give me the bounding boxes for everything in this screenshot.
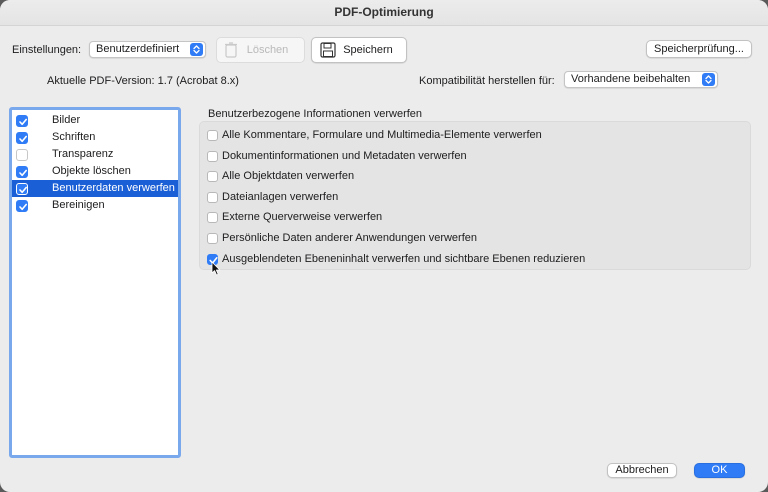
checkbox-unchecked[interactable] — [207, 130, 218, 141]
save-button-label: Speichern — [343, 44, 393, 56]
option-label: Externe Querverweise verwerfen — [222, 211, 383, 223]
checkbox-unchecked[interactable] — [207, 171, 218, 182]
checkbox-checked[interactable] — [16, 183, 28, 195]
storage-check-label: Speicherprüfung... — [654, 43, 744, 55]
sidebar-item-benutzerdaten-verwerfen[interactable]: Benutzerdaten verwerfen — [12, 180, 178, 197]
delete-button-label: Löschen — [246, 44, 289, 56]
sidebar-item-label: Benutzerdaten verwerfen — [52, 182, 175, 194]
option-label: Persönliche Daten anderer Anwendungen ve… — [222, 232, 477, 244]
cancel-button-label: Abbrechen — [615, 464, 669, 476]
panel-heading: Benutzerbezogene Informationen verwerfen — [208, 108, 423, 120]
sidebar-item-label: Schriften — [52, 131, 96, 143]
window-title: PDF-Optimierung — [0, 0, 768, 26]
settings-select[interactable]: Benutzerdefiniert — [89, 41, 206, 58]
sidebar-item-schriften[interactable]: Schriften — [12, 129, 178, 146]
checkbox-unchecked[interactable] — [207, 192, 218, 203]
checkbox-checked[interactable] — [16, 166, 28, 178]
sidebar-item-label: Bilder — [52, 114, 81, 126]
checkbox-unchecked[interactable] — [16, 149, 28, 161]
compatibility-select-value: Vorhandene beibehalten — [571, 73, 691, 85]
save-button[interactable]: Speichern — [311, 37, 407, 63]
settings-select-value: Benutzerdefiniert — [96, 43, 180, 55]
ok-button[interactable]: OK — [694, 463, 745, 478]
checkbox-checked[interactable] — [16, 115, 28, 127]
compatibility-select[interactable]: Vorhandene beibehalten — [564, 71, 718, 88]
pdf-optimization-dialog: PDF-Optimierung Einstellungen: Benutzerd… — [0, 0, 768, 492]
checkbox-checked[interactable] — [16, 200, 28, 212]
ok-button-label: OK — [711, 464, 728, 476]
compatibility-label: Kompatibilität herstellen für: — [419, 75, 555, 87]
mouse-pointer-icon — [211, 261, 221, 279]
storage-check-button[interactable]: Speicherprüfung... — [646, 40, 752, 58]
option-label: Alle Objektdaten verwerfen — [222, 170, 355, 182]
checkbox-checked[interactable] — [16, 132, 28, 144]
option-label: Ausgeblendeten Ebeneninhalt verwerfen un… — [222, 253, 586, 265]
trash-icon — [225, 42, 237, 67]
sidebar-item-label: Transparenz — [52, 148, 114, 160]
option-label: Dateianlagen verwerfen — [222, 191, 339, 203]
stepper-icon — [190, 43, 203, 56]
checkbox-unchecked[interactable] — [207, 212, 218, 223]
settings-label: Einstellungen: — [12, 44, 82, 56]
delete-button[interactable]: Löschen — [216, 37, 305, 63]
sidebar-item-objekte-loeschen[interactable]: Objekte löschen — [12, 163, 178, 180]
current-pdf-version: Aktuelle PDF-Version: 1.7 (Acrobat 8.x) — [47, 75, 239, 87]
floppy-disk-icon — [320, 42, 336, 67]
stepper-icon — [702, 73, 715, 86]
option-label: Alle Kommentare, Formulare und Multimedi… — [222, 129, 542, 141]
cancel-button[interactable]: Abbrechen — [607, 463, 677, 478]
category-list: Bilder Schriften Transparenz Objekte lös… — [9, 107, 181, 458]
option-label: Dokumentinformationen und Metadaten verw… — [222, 150, 467, 162]
sidebar-item-transparenz[interactable]: Transparenz — [12, 146, 178, 163]
sidebar-item-bilder[interactable]: Bilder — [12, 112, 178, 129]
sidebar-item-label: Bereinigen — [52, 199, 105, 211]
checkbox-unchecked[interactable] — [207, 233, 218, 244]
sidebar-item-bereinigen[interactable]: Bereinigen — [12, 197, 178, 214]
sidebar-item-label: Objekte löschen — [52, 165, 131, 177]
checkbox-unchecked[interactable] — [207, 151, 218, 162]
